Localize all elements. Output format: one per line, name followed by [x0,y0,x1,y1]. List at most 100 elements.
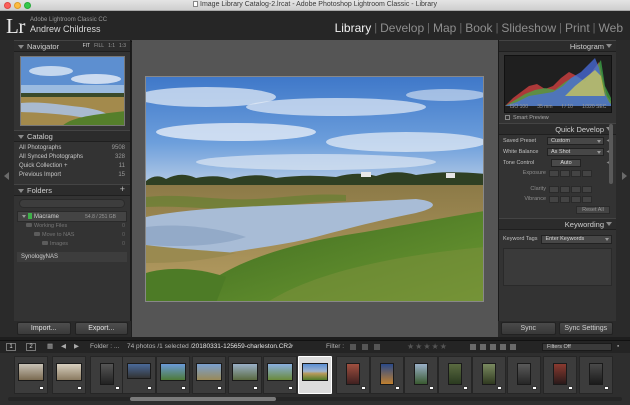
module-develop[interactable]: Develop [377,21,427,35]
filters-off-select[interactable]: Filters Off [542,343,612,351]
folders-header[interactable]: Folders + [14,184,130,196]
collapse-left-panel-icon[interactable] [4,172,9,180]
forward-arrow-icon[interactable]: ▶ [74,343,79,351]
keyword-tags-select[interactable]: Enter Keywords [541,234,612,244]
filter-lock-icon[interactable]: ▪ [617,343,619,351]
stepper-button[interactable] [571,195,581,203]
filmstrip-scroll-thumb[interactable] [130,397,276,401]
collapse-right-panel-icon[interactable] [622,172,627,180]
loupe-photo[interactable] [145,76,484,302]
module-library[interactable]: Library [332,21,375,35]
white-balance-select[interactable]: As Shot [547,147,604,156]
right-panel-scrollbar[interactable] [609,124,613,184]
module-map[interactable]: Map [430,21,459,35]
zoom-1-3[interactable]: 1:3 [119,43,126,49]
stepper-button[interactable] [582,185,592,193]
flag-filter-icon[interactable] [374,344,380,350]
stepper-button[interactable] [549,169,559,177]
stepper-button[interactable] [560,195,570,203]
zoom-fill[interactable]: FILL [94,43,104,49]
folder-working-files[interactable]: Working Files 0 [14,222,130,231]
add-folder-icon[interactable]: + [120,184,125,195]
color-filter-icon[interactable] [500,344,506,350]
filmstrip-thumbnail[interactable] [52,356,86,394]
filmstrip-thumbnail[interactable] [122,356,156,394]
stepper-button[interactable] [560,185,570,193]
folder-search-input[interactable] [19,199,125,208]
sync-settings-button[interactable]: Sync Settings [558,322,613,335]
filmstrip-thumbnail[interactable] [404,356,438,394]
exposure-steppers[interactable] [549,169,592,177]
primary-window-button[interactable]: 1 [6,343,16,351]
stepper-button[interactable] [582,169,592,177]
selected-filename[interactable]: 20180331-125659-charleston.CR2 [192,343,292,351]
color-filter-icon[interactable] [470,344,476,350]
module-slideshow[interactable]: Slideshow [498,21,559,35]
stepper-button[interactable] [549,195,559,203]
zoom-fit[interactable]: FIT [83,43,91,49]
module-web[interactable]: Web [596,21,626,35]
color-filter-icon[interactable] [490,344,496,350]
stepper-button[interactable] [549,185,559,193]
keyword-entry-area[interactable] [503,248,612,286]
color-filter-icon[interactable] [510,344,516,350]
filmstrip-thumbnail[interactable] [370,356,404,394]
export-button[interactable]: Export... [74,322,128,335]
filmstrip-thumbnail[interactable] [14,356,48,394]
grid-view-icon[interactable]: ▦ [47,343,53,351]
filmstrip-scrollbar[interactable] [8,397,622,401]
keywording-header[interactable]: Keywording [499,218,616,230]
clarity-steppers[interactable] [549,185,592,193]
catalog-item-previous-import[interactable]: Previous Import 15 [19,171,125,180]
filmstrip-thumbnail[interactable] [156,356,190,394]
navigator-header[interactable]: Navigator FIT FILL 1:1 1:3 [14,40,130,52]
smart-preview-status[interactable]: Smart Preview [505,115,610,121]
filmstrip-thumbnail[interactable] [192,356,226,394]
filmstrip-thumbnail[interactable] [507,356,541,394]
filmstrip-thumbnail[interactable] [263,356,297,394]
saved-preset-select[interactable]: Custom [547,136,604,145]
stepper-button[interactable] [560,169,570,177]
filename-dropdown-icon[interactable]: ▾ [290,343,293,351]
import-button[interactable]: Import... [17,322,71,335]
catalog-item-quick-collection[interactable]: Quick Collection + 11 [19,162,125,171]
stepper-button[interactable] [571,169,581,177]
reset-all-button[interactable]: Reset All [576,206,610,214]
flag-filter-icon[interactable] [362,344,368,350]
rating-filter-stars[interactable]: ★★★★★ [407,342,448,351]
source-indicator[interactable]: Folder : ... [90,343,119,351]
volume-macrame[interactable]: Macrame 54.8 / 251 GB [17,211,127,222]
catalog-header[interactable]: Catalog [14,130,130,142]
folder-move-to-nas[interactable]: Move to NAS 0 [14,231,130,240]
stepper-button[interactable] [571,185,581,193]
vibrance-steppers[interactable] [549,195,592,203]
histogram-graph[interactable]: ISO 100 35 mm f / 10 1/320 SEC [504,55,612,113]
histogram-header[interactable]: Histogram [499,40,616,52]
left-panel-edge[interactable] [0,40,14,337]
sync-button[interactable]: Sync [501,322,556,335]
volume-synology-nas[interactable]: SynologyNAS [17,252,127,262]
filmstrip-thumbnail[interactable] [472,356,506,394]
catalog-item-all-synced[interactable]: All Synced Photographs 328 [19,153,125,162]
auto-tone-button[interactable]: Auto [551,158,581,167]
filmstrip-thumbnail-selected[interactable] [298,356,332,394]
module-print[interactable]: Print [562,21,593,35]
filmstrip-thumbnail[interactable] [579,356,613,394]
filmstrip-thumbnail[interactable] [90,356,124,394]
back-arrow-icon[interactable]: ◀ [61,343,66,351]
filmstrip-thumbnail[interactable] [438,356,472,394]
quick-develop-header[interactable]: Quick Develop [499,123,616,135]
catalog-item-all-photographs[interactable]: All Photographs 9508 [19,144,125,153]
right-panel-edge[interactable] [616,40,630,337]
zoom-1-1[interactable]: 1:1 [108,43,115,49]
filmstrip-thumbnail[interactable] [336,356,370,394]
navigator-preview[interactable] [20,56,125,126]
filmstrip-thumbnail[interactable] [228,356,262,394]
stepper-button[interactable] [582,195,592,203]
flag-filter-icon[interactable] [350,344,356,350]
filmstrip-thumbnail[interactable] [543,356,577,394]
color-filter-icon[interactable] [480,344,486,350]
secondary-window-button[interactable]: 2 [26,343,36,351]
folder-images[interactable]: Images 0 [14,240,130,249]
module-book[interactable]: Book [462,21,495,35]
